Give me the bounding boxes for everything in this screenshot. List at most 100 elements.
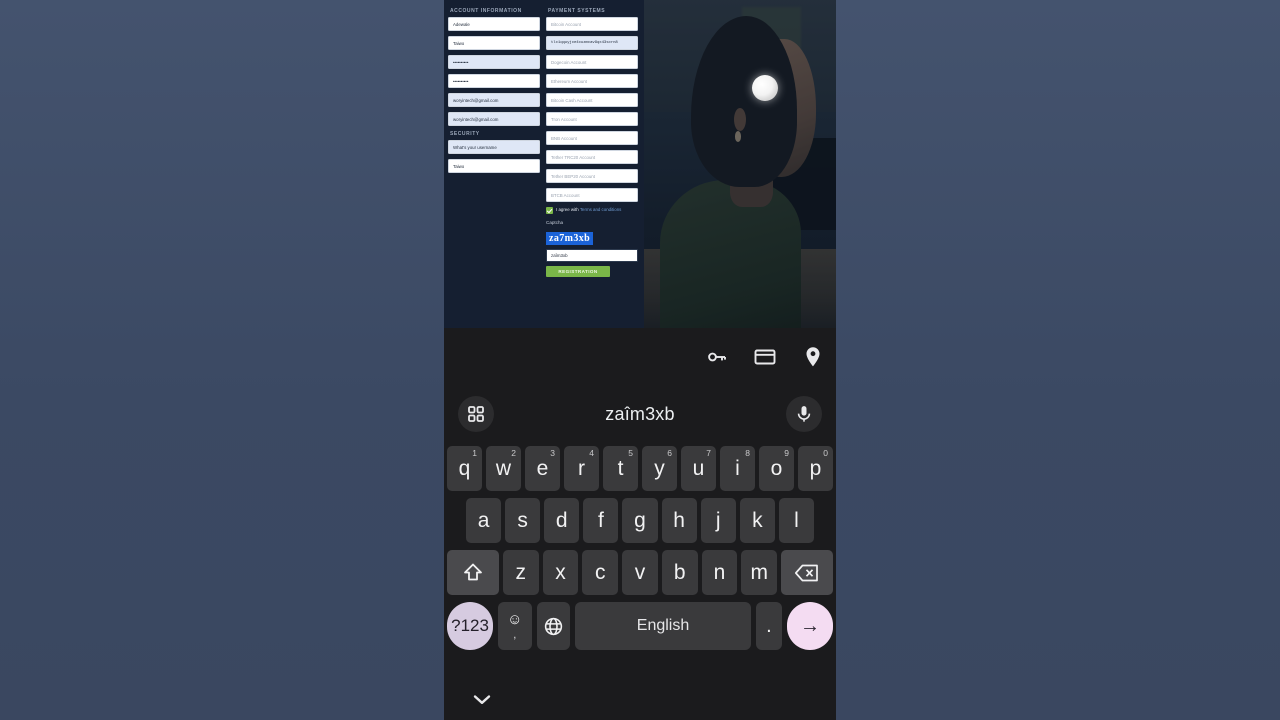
- key-w-label: w: [495, 456, 512, 480]
- field-tron-account[interactable]: Tron Account: [546, 112, 638, 126]
- emoji-icon: ☺: [507, 611, 523, 628]
- key-u-number: 7: [706, 448, 711, 458]
- account-column: ACCOUNT INFORMATION Adewale Taiwo ••••••…: [448, 6, 540, 277]
- key-t[interactable]: 5t: [603, 446, 638, 491]
- field-password[interactable]: ••••••••••: [448, 55, 540, 69]
- key-t-label: t: [617, 456, 624, 480]
- payment-card-icon[interactable]: [752, 344, 778, 370]
- enter-key[interactable]: →: [786, 602, 833, 650]
- account-section-title: ACCOUNT INFORMATION: [450, 8, 522, 14]
- terms-link[interactable]: Terms and conditions: [580, 207, 622, 212]
- key-e[interactable]: 3e: [525, 446, 560, 491]
- key-r-number: 4: [589, 448, 594, 458]
- captcha-input[interactable]: zaîm3xb: [546, 249, 638, 262]
- payment-section-title: PAYMENT SYSTEMS: [548, 8, 606, 14]
- field-email[interactable]: woryintech@gmail.com: [448, 93, 540, 107]
- field-bitcoin-account[interactable]: Bitcoin Account: [546, 17, 638, 31]
- captcha-image-wrap: za7m3xb: [546, 228, 638, 246]
- key-i[interactable]: 8i: [720, 446, 755, 491]
- field-bitcoin-address[interactable]: tlc1qquyjce4cuzmcav9qx43scrn8: [546, 36, 638, 50]
- key-s[interactable]: s: [505, 498, 541, 543]
- field-confirm-password[interactable]: ••••••••••: [448, 74, 540, 88]
- key-l[interactable]: l: [778, 498, 814, 543]
- key-o[interactable]: 9o: [759, 446, 794, 491]
- period-key[interactable]: .: [755, 602, 782, 650]
- key-t-number: 5: [628, 448, 633, 458]
- autofill-chip-row: [704, 344, 826, 370]
- key-i-number: 8: [745, 448, 750, 458]
- backspace-icon[interactable]: [781, 550, 833, 595]
- key-p[interactable]: 0p: [798, 446, 833, 491]
- key-o-number: 9: [784, 448, 789, 458]
- key-r[interactable]: 4r: [564, 446, 599, 491]
- key-v[interactable]: v: [622, 550, 658, 595]
- payment-column: PAYMENT SYSTEMS Bitcoin Account tlc1qquy…: [546, 6, 638, 277]
- key-o-label: o: [770, 456, 783, 480]
- globe-icon[interactable]: [536, 602, 571, 650]
- key-x[interactable]: x: [542, 550, 579, 595]
- navigation-bar: [444, 678, 836, 720]
- field-security-question[interactable]: What's your username: [448, 140, 540, 154]
- key-c[interactable]: c: [582, 550, 619, 595]
- photo-overlay-shade: [640, 0, 836, 328]
- key-p-number: 0: [823, 448, 828, 458]
- terms-row[interactable]: I agree with Terms and conditions: [546, 207, 638, 214]
- browser-webview: ACCOUNT INFORMATION Adewale Taiwo ••••••…: [444, 0, 836, 328]
- key-y[interactable]: 6y: [642, 446, 677, 491]
- field-bitcoin-cash-account[interactable]: Bitcoin Cash Account: [546, 93, 638, 107]
- mic-icon[interactable]: [786, 396, 822, 432]
- key-g[interactable]: g: [622, 498, 658, 543]
- emoji-comma-key[interactable]: ☺ ,: [498, 602, 532, 650]
- field-btcb-account[interactable]: BTCB Account: [546, 188, 638, 202]
- keyboard-row-4: ?123 ☺ , English . →: [447, 602, 833, 650]
- key-a[interactable]: a: [466, 498, 502, 543]
- key-i-label: i: [735, 456, 740, 480]
- symbols-key[interactable]: ?123: [447, 602, 494, 650]
- grid-icon[interactable]: [458, 396, 494, 432]
- field-bnb-account[interactable]: BNB Account: [546, 131, 638, 145]
- key-w-number: 2: [511, 448, 516, 458]
- terms-checkbox[interactable]: [546, 207, 553, 214]
- field-tether-bep20-account[interactable]: Tether BEP20 Account: [546, 169, 638, 183]
- key-p-label: p: [809, 456, 822, 480]
- key-u-label: u: [692, 456, 705, 480]
- terms-text: I agree with Terms and conditions: [556, 207, 621, 214]
- key-e-number: 3: [550, 448, 555, 458]
- key-z[interactable]: z: [502, 550, 539, 595]
- field-security-answer[interactable]: Taiwo: [448, 159, 540, 173]
- key-q-number: 1: [472, 448, 477, 458]
- key-f[interactable]: f: [583, 498, 619, 543]
- key-q[interactable]: 1q: [447, 446, 482, 491]
- key-r-label: r: [578, 456, 585, 480]
- field-confirm-email[interactable]: woryintech@gmail.com: [448, 112, 540, 126]
- key-n[interactable]: n: [701, 550, 738, 595]
- hide-keyboard-chevron-down-icon[interactable]: [472, 693, 492, 706]
- keyboard-row-3: z x c v b n m: [447, 550, 833, 595]
- security-section-title: SECURITY: [450, 131, 480, 137]
- virtual-keyboard: 1q 2w 3e 4r 5t 6y 7u 8i 9o 0p a s d f g …: [444, 442, 836, 678]
- field-last-name[interactable]: Taiwo: [448, 36, 540, 50]
- keyboard-row-1: 1q 2w 3e 4r 5t 6y 7u 8i 9o 0p: [447, 446, 833, 491]
- key-k[interactable]: k: [739, 498, 775, 543]
- password-key-icon[interactable]: [704, 344, 730, 370]
- field-first-name[interactable]: Adewale: [448, 17, 540, 31]
- field-dogecoin-account[interactable]: Dogecoin Account: [546, 55, 638, 69]
- key-b[interactable]: b: [661, 550, 698, 595]
- captcha-image: za7m3xb: [546, 232, 594, 245]
- key-d[interactable]: d: [544, 498, 580, 543]
- shift-icon[interactable]: [447, 550, 499, 595]
- suggestion-text[interactable]: zaîm3xb: [494, 404, 786, 425]
- key-h[interactable]: h: [661, 498, 697, 543]
- comma-label: ,: [513, 629, 517, 641]
- captcha-label: Captcha: [546, 220, 564, 225]
- location-pin-icon[interactable]: [800, 344, 826, 370]
- key-u[interactable]: 7u: [681, 446, 716, 491]
- space-key[interactable]: English: [575, 602, 751, 650]
- field-tether-trc20-account[interactable]: Tether TRC20 Account: [546, 150, 638, 164]
- field-ethereum-account[interactable]: Ethereum Account: [546, 74, 638, 88]
- background-photo: [640, 0, 836, 328]
- registration-button[interactable]: REGISTRATION: [546, 266, 610, 277]
- key-w[interactable]: 2w: [486, 446, 521, 491]
- key-j[interactable]: j: [700, 498, 736, 543]
- key-m[interactable]: m: [741, 550, 778, 595]
